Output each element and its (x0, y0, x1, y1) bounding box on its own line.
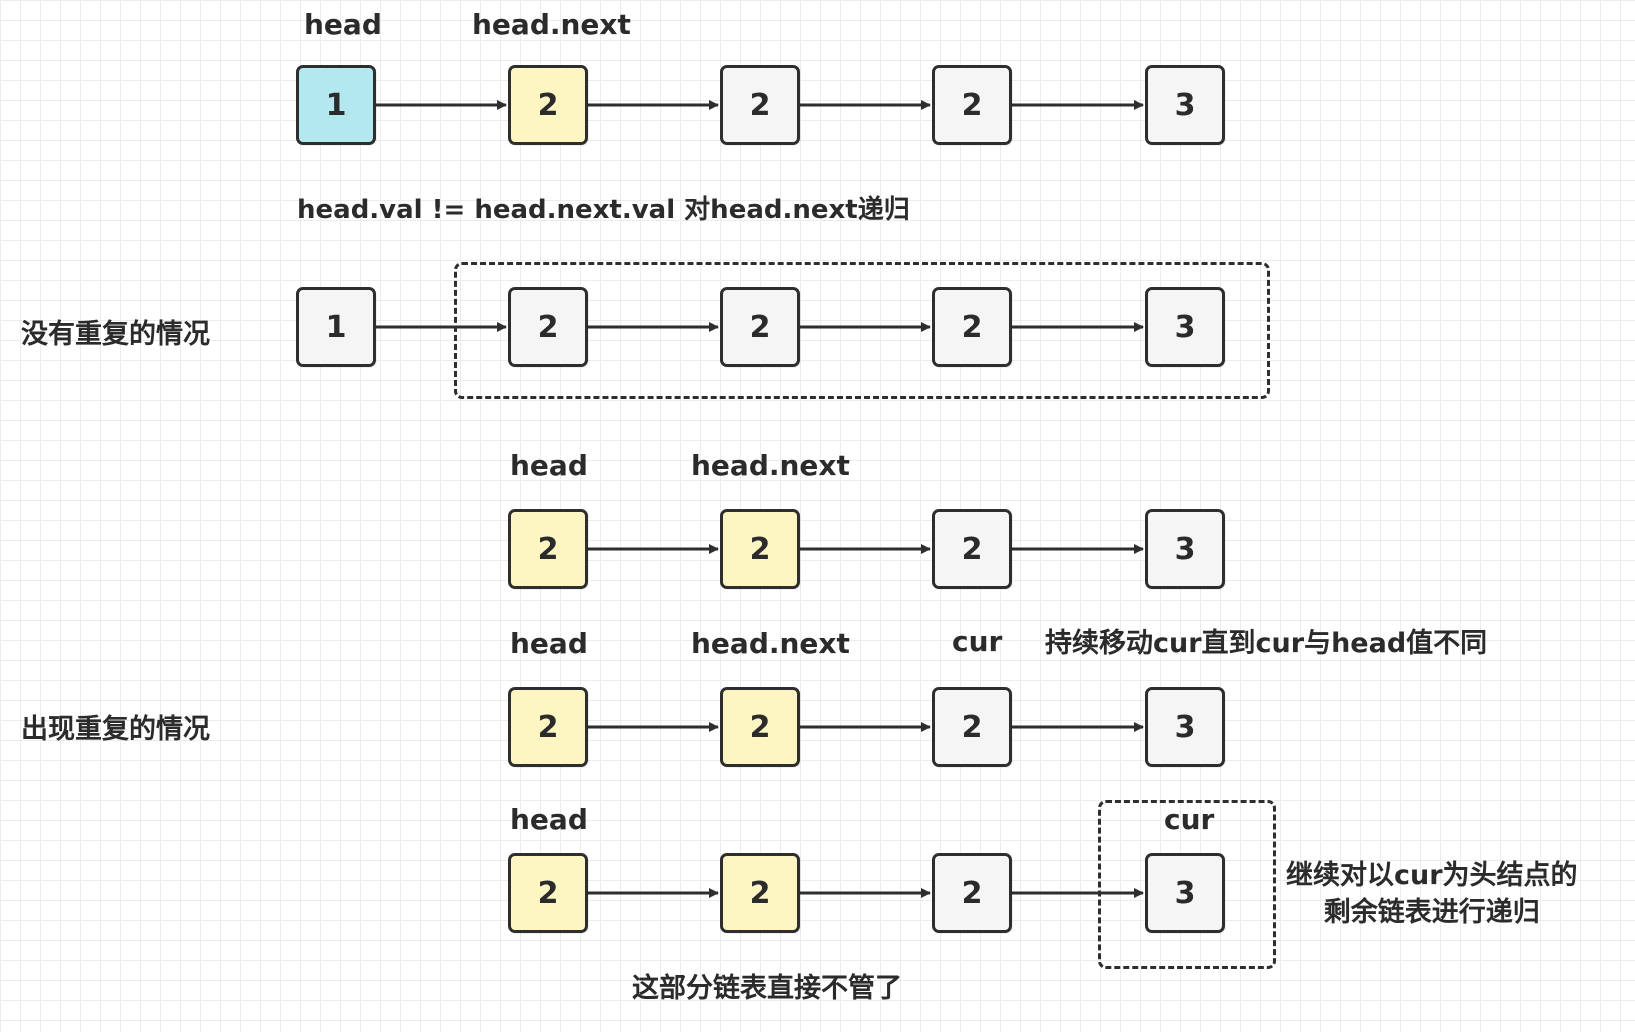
row4-node-1: 2 (508, 687, 588, 767)
row2-node-2: 2 (508, 287, 588, 367)
row3-node-4: 3 (1145, 509, 1225, 589)
row1-node-4: 2 (932, 65, 1012, 145)
row5-head-label: head (510, 803, 588, 836)
row5-node-1: 2 (508, 853, 588, 933)
row5-cur-label: cur (1164, 803, 1215, 836)
row3-head-label: head (510, 449, 588, 482)
row5-node-3: 2 (932, 853, 1012, 933)
row4-cur-label: cur (952, 625, 1003, 658)
case-duplicate-label: 出现重复的情况 (21, 714, 210, 745)
case-no-duplicate-label: 没有重复的情况 (21, 319, 210, 350)
row2-node-5: 3 (1145, 287, 1225, 367)
linked-list-diagram: head head.next 1 2 2 2 3 head.val != head.ne… (0, 0, 1635, 1032)
row1-head-next-label: head.next (472, 8, 631, 41)
row4-node-3: 2 (932, 687, 1012, 767)
recurse-note: 继续对以cur为头结点的 剩余链表进行递归 (1286, 857, 1578, 931)
row1-head-label: head (304, 8, 382, 41)
row1-node-1: 1 (296, 65, 376, 145)
row1-node-5: 3 (1145, 65, 1225, 145)
row4-head-label: head (510, 627, 588, 660)
row5-node-2: 2 (720, 853, 800, 933)
row5-node-4: 3 (1145, 853, 1225, 933)
row2-node-4: 2 (932, 287, 1012, 367)
row4-head-next-label: head.next (691, 627, 850, 660)
move-cur-text: 持续移动cur直到cur与head值不同 (1045, 628, 1488, 659)
row2-node-1: 1 (296, 287, 376, 367)
ignore-text: 这部分链表直接不管了 (632, 973, 902, 1004)
row1-node-3: 2 (720, 65, 800, 145)
recurse-note-line1: 继续对以cur为头结点的 (1286, 860, 1578, 891)
row4-node-2: 2 (720, 687, 800, 767)
row3-head-next-label: head.next (691, 449, 850, 482)
row1-node-2: 2 (508, 65, 588, 145)
row2-node-3: 2 (720, 287, 800, 367)
row4-node-4: 3 (1145, 687, 1225, 767)
condition-text: head.val != head.next.val 对head.next递归 (297, 195, 910, 225)
recurse-note-line2: 剩余链表进行递归 (1323, 897, 1540, 928)
row3-node-2: 2 (720, 509, 800, 589)
row3-node-1: 2 (508, 509, 588, 589)
row3-node-3: 2 (932, 509, 1012, 589)
